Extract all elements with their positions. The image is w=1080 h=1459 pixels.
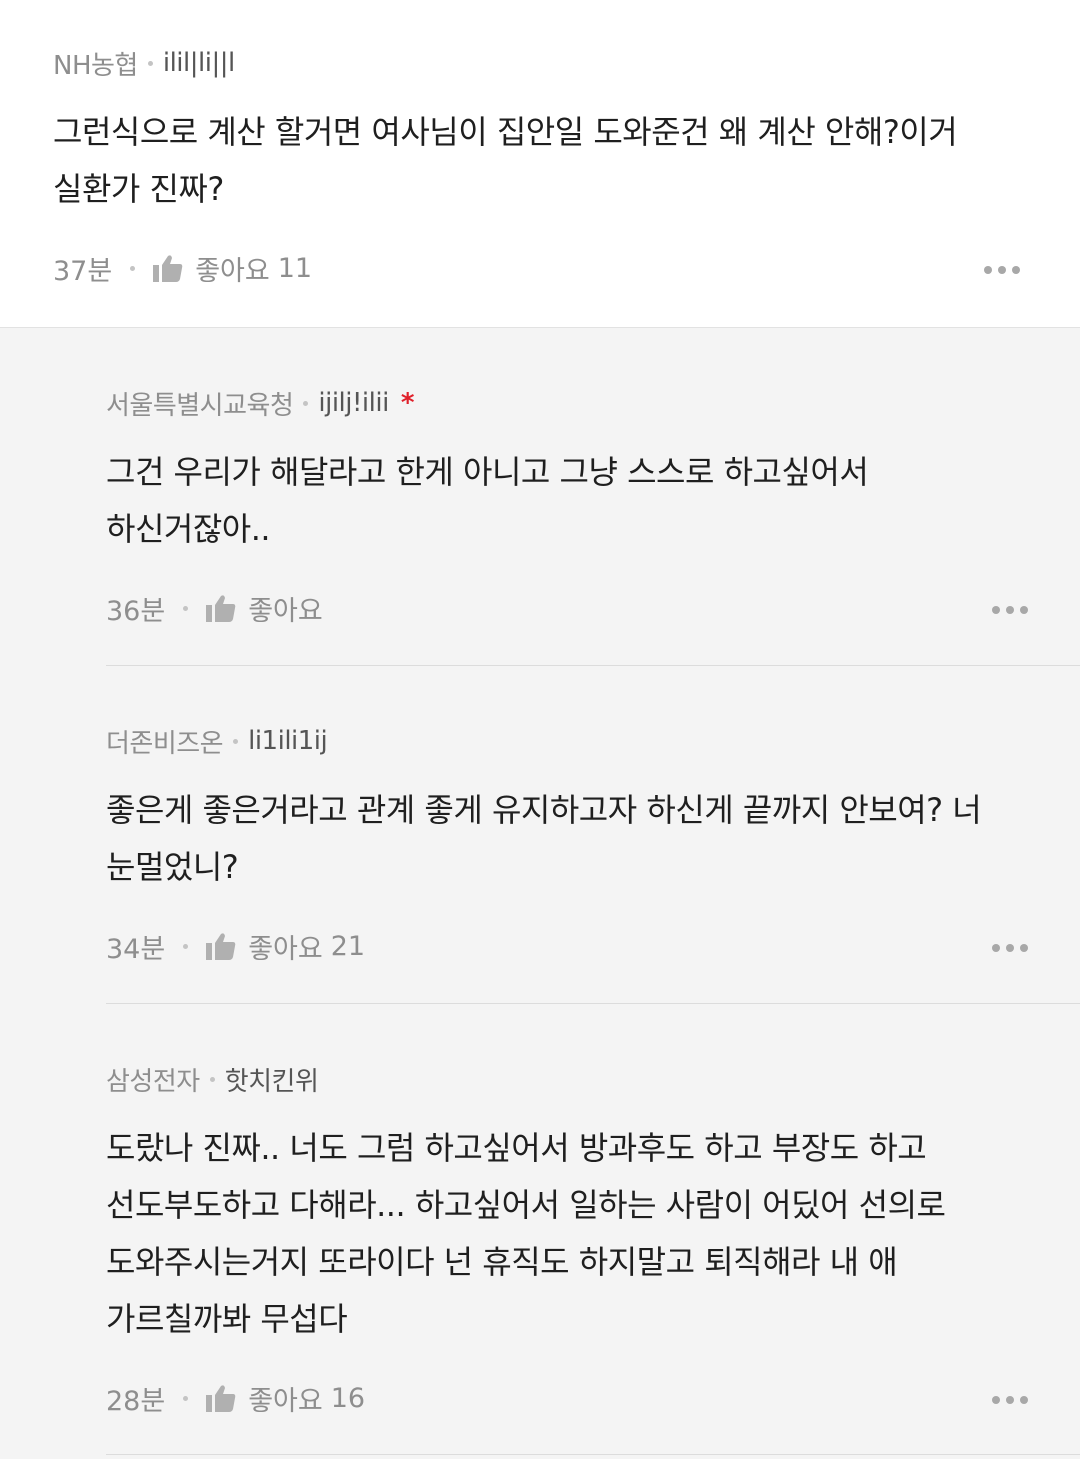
like-count: 21 xyxy=(330,930,366,962)
separator-dot xyxy=(303,400,309,406)
nickname[interactable]: li1ili1ij xyxy=(248,726,328,756)
like-label: 좋아요 xyxy=(248,933,323,965)
comment-time: 36분 xyxy=(106,595,166,627)
comment-footer: 28분 좋아요 16 xyxy=(106,1378,1028,1418)
reply: 삼성전자 핫치킨위 도랐나 진짜.. 너도 그럼 하고싶어서 방과후도 하고 부… xyxy=(106,1004,1080,1455)
company-name: 더존비즈온 xyxy=(106,728,224,759)
comment-time: 34분 xyxy=(106,933,166,965)
more-dots-icon[interactable] xyxy=(992,944,1028,952)
more-dots-icon[interactable] xyxy=(984,266,1020,274)
company-name: NH농협 xyxy=(53,50,138,81)
thumbs-up-icon xyxy=(206,1385,236,1412)
reply-list: 서울특별시교육청 ijilj!ilii * 그건 우리가 해달라고 한게 아니고… xyxy=(0,328,1080,1459)
like-button[interactable]: 좋아요 xyxy=(206,589,331,628)
nickname[interactable]: 핫치킨위 xyxy=(225,1061,319,1098)
comment-meta: 더존비즈온 li1ili1ij xyxy=(106,722,1028,760)
comment-body: 도랐나 진짜.. 너도 그럼 하고싶어서 방과후도 하고 부장도 하고 선도부도… xyxy=(106,1129,946,1338)
comment-footer: 34분 좋아요 21 xyxy=(106,926,1028,966)
comment-footer: 37분 좋아요 11 xyxy=(53,248,1020,288)
company-name: 서울특별시교육청 xyxy=(106,390,294,421)
like-count: 11 xyxy=(277,252,313,284)
comment-meta: NH농협 ilil|li||l xyxy=(53,44,1020,82)
comment-body: 좋은게 좋은거라고 관계 좋게 유지하고자 하신게 끝까지 안보여? 너 눈멀었… xyxy=(106,791,982,886)
like-button[interactable]: 좋아요 21 xyxy=(206,927,365,966)
nickname[interactable]: ilil|li||l xyxy=(163,48,235,78)
comment-body: 그건 우리가 해달라고 한게 아니고 그냥 스스로 하고싶어서 하신거잖아.. xyxy=(106,453,869,548)
reply: 서울특별시교육청 ijilj!ilii * 그건 우리가 해달라고 한게 아니고… xyxy=(106,328,1080,666)
like-label: 좋아요 xyxy=(248,595,323,627)
thumbs-up-icon xyxy=(206,933,236,960)
separator-dot xyxy=(209,1076,215,1082)
more-dots-icon[interactable] xyxy=(992,1396,1028,1404)
like-button[interactable]: 좋아요 16 xyxy=(206,1379,365,1418)
separator-dot xyxy=(147,60,153,66)
like-count: 16 xyxy=(330,1382,366,1414)
comment-meta: 삼성전자 핫치킨위 xyxy=(106,1060,1028,1098)
more-dots-icon[interactable] xyxy=(992,606,1028,614)
comment-time: 37분 xyxy=(53,255,113,287)
like-label: 좋아요 xyxy=(248,1385,323,1417)
comment: NH농협 ilil|li||l 그런식으로 계산 할거면 여사님이 집안일 도와… xyxy=(0,0,1080,328)
separator-dot xyxy=(130,265,136,271)
separator-dot xyxy=(183,943,189,949)
comment-footer: 36분 좋아요 xyxy=(106,588,1028,628)
thumbs-up-icon xyxy=(206,595,236,622)
thumbs-up-icon xyxy=(153,255,183,282)
comment-meta: 서울특별시교육청 ijilj!ilii * xyxy=(106,384,1028,422)
nickname[interactable]: ijilj!ilii xyxy=(318,388,389,418)
separator-dot xyxy=(233,738,239,744)
comment-body: 그런식으로 계산 할거면 여사님이 집안일 도와준건 왜 계산 안해?이거 실환… xyxy=(53,113,958,208)
like-button[interactable]: 좋아요 11 xyxy=(153,249,312,288)
like-label: 좋아요 xyxy=(195,255,270,287)
reply: 더존비즈온 li1ili1ij 좋은게 좋은거라고 관계 좋게 유지하고자 하신… xyxy=(106,666,1080,1004)
comment-time: 28분 xyxy=(106,1385,166,1417)
separator-dot xyxy=(183,1395,189,1401)
company-name: 삼성전자 xyxy=(106,1066,200,1097)
separator-dot xyxy=(183,605,189,611)
author-mark: * xyxy=(400,388,415,418)
